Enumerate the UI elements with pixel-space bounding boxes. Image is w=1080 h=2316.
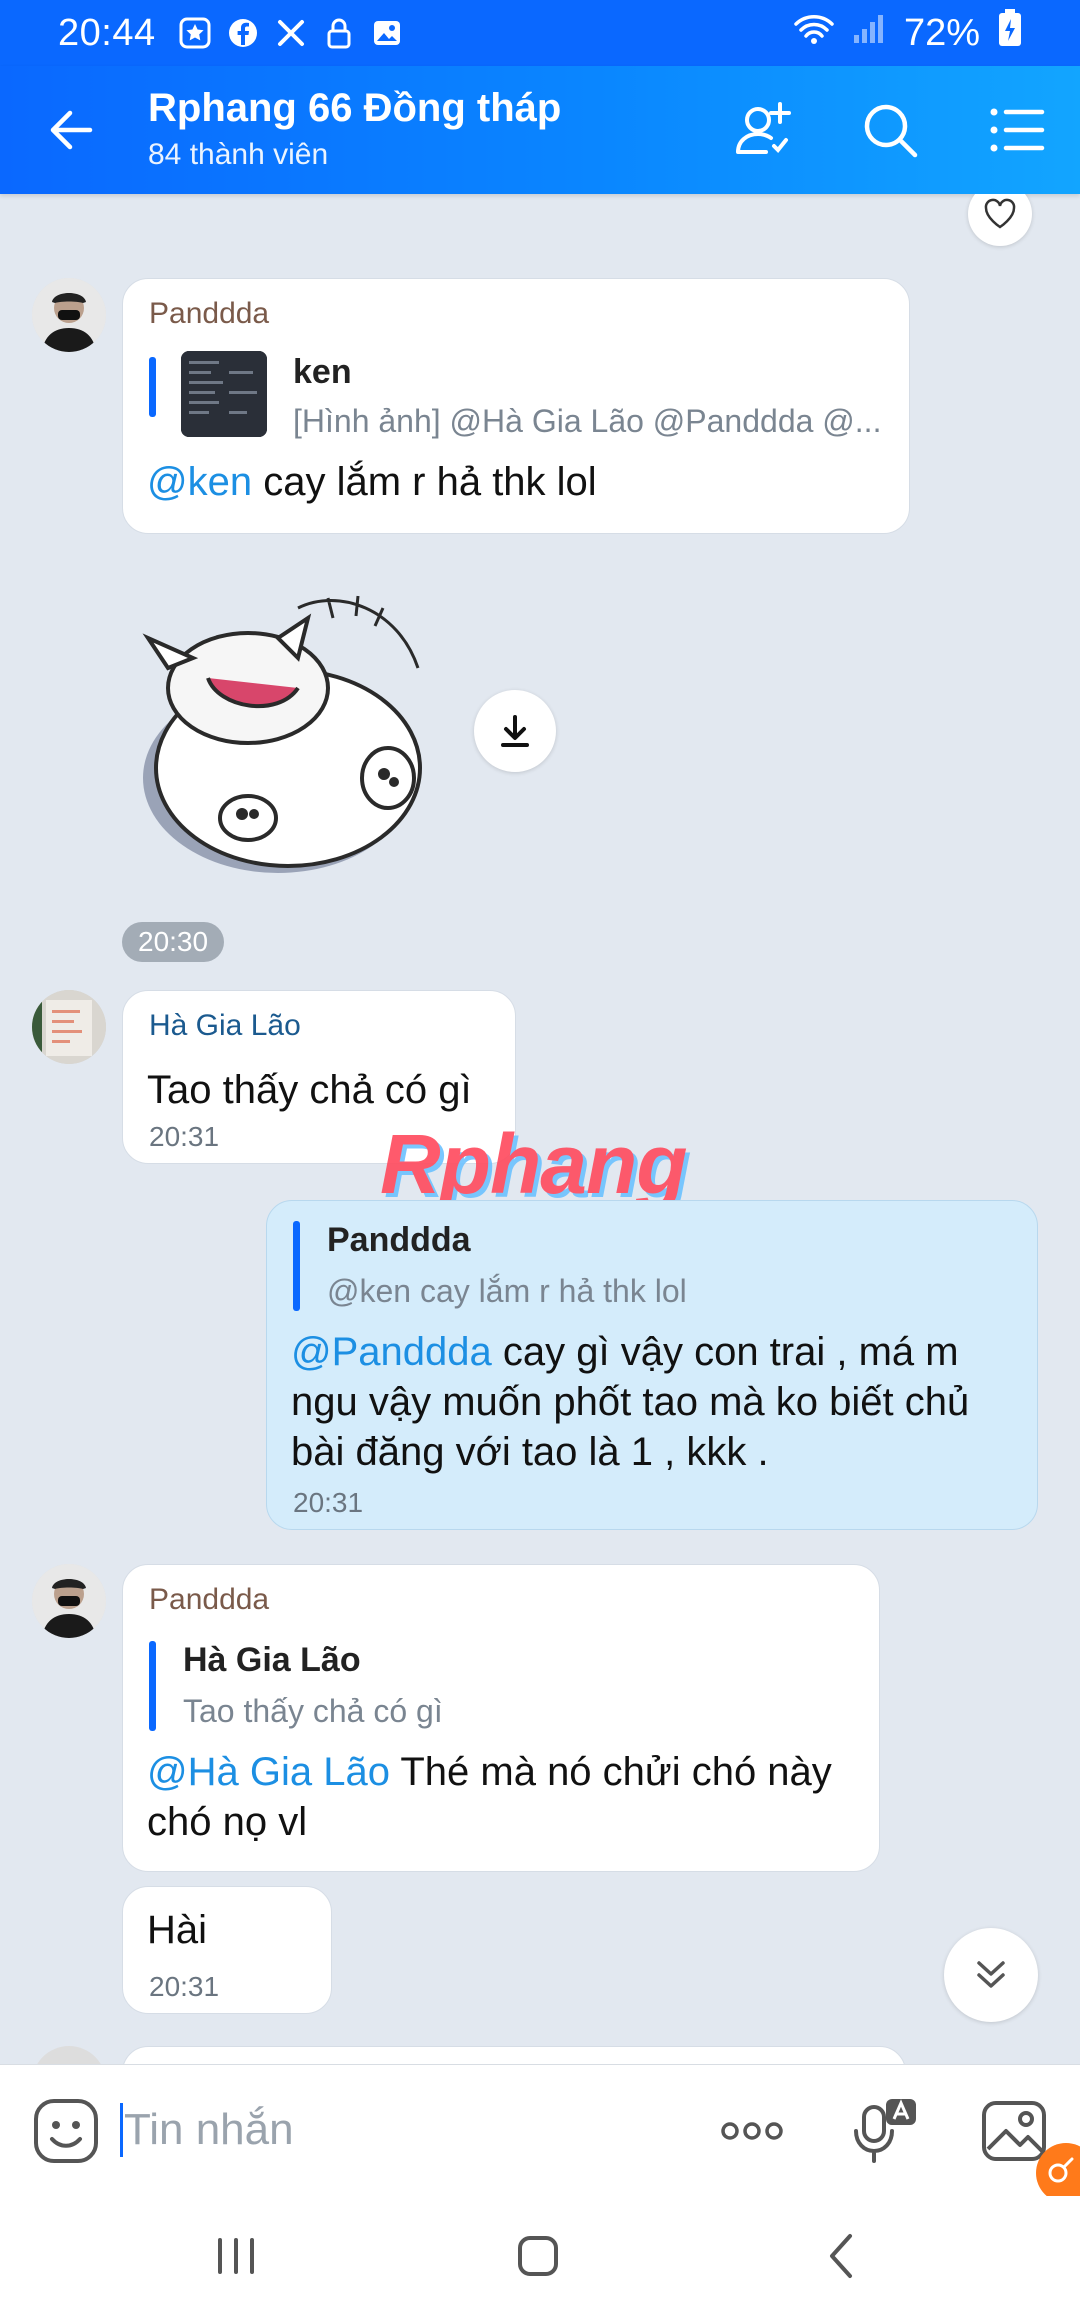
star-app-icon — [178, 16, 212, 50]
message-text: @ken cay lắm r hả thk lol — [147, 460, 597, 504]
sticker-time: 20:30 — [122, 922, 225, 962]
search-icon — [864, 104, 918, 158]
avatar-panddda[interactable] — [32, 1564, 106, 1638]
system-nav-bar — [0, 2196, 1080, 2316]
message-text: @Panddda cay gì vậy con trai , má m ngu … — [291, 1330, 970, 1474]
next-message-bubble[interactable] — [122, 2046, 906, 2064]
message-time: 20:31 — [293, 1487, 364, 1518]
quote-text: Tao thấy chả có gì — [183, 1693, 443, 1729]
member-count[interactable]: 84 thành viên — [148, 138, 328, 172]
voice-to-text-button[interactable] — [850, 2095, 922, 2167]
chat-messages[interactable]: Panddda ken [Hình ảnh] @Hà Gia Lão @Pand… — [0, 194, 1080, 2064]
message-bubble-panddda-2[interactable]: Panddda Hà Gia Lão Tao thấy chả có gì @H… — [122, 1564, 880, 1872]
message-time: 20:31 — [149, 1971, 220, 2002]
recent-apps-button[interactable] — [206, 2226, 266, 2286]
search-button[interactable] — [858, 98, 922, 162]
message-input-bar: Tin nhắn — [0, 2064, 1080, 2203]
status-time: 20:44 — [58, 11, 156, 54]
wifi-icon — [794, 12, 834, 55]
message-input[interactable]: Tin nhắn — [124, 2105, 294, 2155]
message-text: @Hà Gia Lão Thé mà nó chửi chó này chó n… — [147, 1750, 832, 1844]
quote-thumbnail[interactable] — [181, 351, 267, 437]
tools-icon — [274, 16, 308, 50]
emoji-button[interactable] — [30, 2095, 102, 2167]
floating-badge[interactable] — [1036, 2143, 1080, 2203]
add-user-icon — [736, 102, 791, 154]
sticker-cat[interactable] — [128, 578, 448, 890]
download-icon — [501, 715, 529, 747]
react-heart-button[interactable] — [968, 194, 1032, 246]
sender-name[interactable]: Hà Gia Lão — [149, 1009, 301, 1043]
watermark-logo: Rphang — [380, 1117, 688, 1211]
emoji-icon — [34, 2099, 98, 2163]
avatar-masked-man-icon — [32, 1564, 106, 1638]
sender-name[interactable]: Panddda — [149, 1583, 269, 1617]
message-text: Tao thấy chả có gì — [147, 1068, 472, 1112]
add-member-button[interactable] — [732, 98, 796, 162]
more-options-button[interactable] — [716, 2095, 788, 2167]
mention[interactable]: @Panddda — [291, 1330, 492, 1374]
text-caret — [120, 2103, 123, 2157]
message-time: 20:31 — [149, 1121, 220, 1152]
avatar-next[interactable] — [32, 2046, 106, 2064]
double-chevron-down-icon — [977, 1961, 1005, 1988]
mention[interactable]: @Hà Gia Lão — [147, 1750, 390, 1794]
notification-icons — [178, 16, 404, 50]
home-button[interactable] — [508, 2226, 568, 2286]
scroll-to-bottom-button[interactable] — [944, 1928, 1038, 2022]
avatar-panddda[interactable] — [32, 278, 106, 352]
back-arrow-icon — [50, 110, 93, 150]
avatar-ha-gia-lao[interactable] — [32, 990, 106, 1064]
message-text: Hài — [147, 1908, 208, 1952]
message-bubble-panddda-3[interactable]: Hài 20:31 — [122, 1886, 332, 2014]
more-dots-icon — [721, 2122, 783, 2140]
quote-author: Hà Gia Lão — [183, 1641, 361, 1679]
heart-icon — [984, 198, 1016, 229]
facebook-icon — [226, 16, 260, 50]
list-menu-icon — [990, 108, 1045, 152]
microphone-icon — [854, 2099, 916, 2163]
sender-name[interactable]: Panddda — [149, 297, 269, 331]
home-icon — [518, 2236, 558, 2276]
chat-header: Rphang 66 Đồng tháp 84 thành viên — [0, 66, 1080, 194]
status-bar: 20:44 72% — [0, 0, 1080, 66]
avatar-screenshot-icon — [32, 990, 106, 1064]
status-right: 72% — [794, 9, 1022, 57]
battery-percent: 72% — [903, 11, 980, 54]
quote-text: [Hình ảnh] @Hà Gia Lão @Panddda @... — [293, 403, 882, 439]
recent-apps-icon — [218, 2238, 254, 2274]
lock-icon — [322, 16, 356, 50]
signal-icon — [852, 12, 886, 55]
back-chevron-icon — [830, 2234, 852, 2278]
link-icon — [1048, 2157, 1074, 2183]
quote-text: @ken cay lắm r hả thk lol — [327, 1273, 687, 1309]
download-sticker-button[interactable] — [474, 690, 556, 772]
image-thumbnail-icon — [181, 351, 267, 437]
quote-author: ken — [293, 353, 352, 391]
quote-bar — [293, 1221, 300, 1311]
gallery-icon — [370, 16, 404, 50]
mention[interactable]: @ken — [147, 460, 252, 504]
back-nav-button[interactable] — [812, 2226, 872, 2286]
quote-bar — [149, 1641, 156, 1731]
cat-sticker-icon — [142, 595, 422, 873]
my-message-bubble[interactable]: Panddda @ken cay lắm r hả thk lol @Pandd… — [266, 1200, 1038, 1530]
quote-bar — [149, 357, 156, 417]
battery-icon — [998, 9, 1022, 57]
quote-author: Panddda — [327, 1221, 471, 1259]
group-title[interactable]: Rphang 66 Đồng tháp — [148, 86, 561, 131]
back-button[interactable] — [40, 98, 104, 162]
avatar-masked-man-icon — [32, 278, 106, 352]
menu-button[interactable] — [984, 98, 1048, 162]
message-bubble-panddda-1[interactable]: Panddda ken [Hình ảnh] @Hà Gia Lão @Pand… — [122, 278, 910, 534]
